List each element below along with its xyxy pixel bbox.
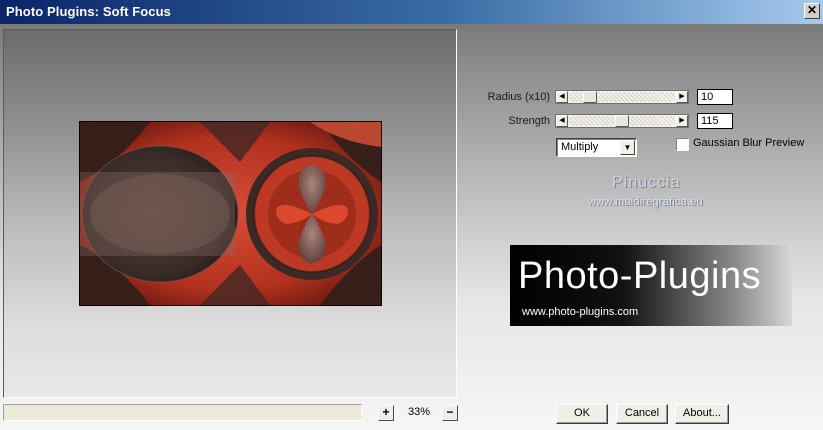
minus-icon: − xyxy=(446,405,454,419)
radius-slider-thumb[interactable] xyxy=(583,91,597,103)
arrow-left-icon[interactable]: ◀ xyxy=(556,115,568,127)
gaussian-preview-checkbox[interactable] xyxy=(676,138,689,151)
logo-title: Photo-Plugins xyxy=(518,255,762,297)
radius-value-input[interactable]: 10 xyxy=(697,89,733,105)
photo-plugins-logo: Photo-Plugins www.photo-plugins.com xyxy=(510,245,792,326)
chevron-down-icon[interactable]: ▼ xyxy=(620,140,635,155)
radius-label: Radius (x10) xyxy=(487,91,550,103)
watermark-name: Pinuccia xyxy=(612,174,681,191)
strength-slider[interactable]: ◀ ▶ xyxy=(555,114,689,128)
arrow-right-icon[interactable]: ▶ xyxy=(676,115,688,127)
gaussian-preview-label[interactable]: Gaussian Blur Preview xyxy=(693,137,804,149)
ok-button[interactable]: OK xyxy=(556,404,608,424)
arrow-left-icon[interactable]: ◀ xyxy=(556,91,568,103)
zoom-out-button[interactable]: − xyxy=(442,405,458,421)
zoom-in-button[interactable]: + xyxy=(378,405,394,421)
title-bar[interactable]: Photo Plugins: Soft Focus ✕ xyxy=(0,0,823,24)
strength-value-input[interactable]: 115 xyxy=(697,113,733,129)
progress-field xyxy=(3,404,362,421)
close-button[interactable]: ✕ xyxy=(804,3,820,19)
logo-url: www.photo-plugins.com xyxy=(522,306,639,318)
window-title: Photo Plugins: Soft Focus xyxy=(6,4,171,19)
plugin-dialog: Photo Plugins: Soft Focus ✕ + 33% − Radi… xyxy=(0,0,823,430)
zoom-level: 33% xyxy=(407,406,431,418)
preview-image[interactable] xyxy=(79,121,382,306)
plus-icon: + xyxy=(382,405,390,419)
radius-slider[interactable]: ◀ ▶ xyxy=(555,90,689,104)
blend-mode-value: Multiply xyxy=(561,141,599,153)
strength-label: Strength xyxy=(508,115,550,127)
preview-panel[interactable] xyxy=(3,29,457,398)
arrow-right-icon[interactable]: ▶ xyxy=(676,91,688,103)
blend-mode-select[interactable]: Multiply ▼ xyxy=(556,138,637,157)
cancel-button[interactable]: Cancel xyxy=(616,404,668,424)
watermark-url: www.maidiregrafica.eu xyxy=(588,196,703,208)
strength-slider-thumb[interactable] xyxy=(615,115,629,127)
preview-artwork xyxy=(80,122,381,305)
close-icon: ✕ xyxy=(806,3,818,17)
about-button[interactable]: About... xyxy=(675,404,729,424)
